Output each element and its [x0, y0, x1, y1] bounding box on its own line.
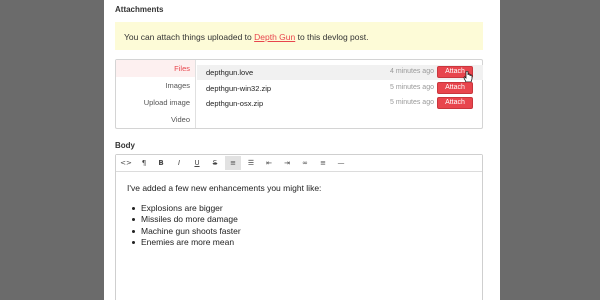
bullet-list: Explosions are bigger Missiles do more d…: [127, 203, 467, 249]
tab-images[interactable]: Images: [116, 77, 195, 94]
list-item: Enemies are more mean: [127, 237, 467, 249]
devlog-edit-panel: Attachments You can attach things upload…: [104, 0, 500, 300]
notice-text-after: to this devlog post.: [295, 32, 369, 42]
tab-upload-image[interactable]: Upload image: [116, 94, 195, 111]
notice-text-before: You can attach things uploaded to: [124, 32, 255, 42]
bullet-list-icon[interactable]: ≡: [225, 156, 241, 170]
list-item-text: Missiles do more damage: [141, 214, 238, 224]
editor-content[interactable]: I've added a few new enhancements you mi…: [127, 183, 467, 249]
code-icon[interactable]: <>: [118, 156, 134, 170]
intro-paragraph: I've added a few new enhancements you mi…: [127, 183, 322, 193]
link-icon[interactable]: ∞: [297, 156, 313, 170]
indent-icon[interactable]: ⇥: [279, 156, 295, 170]
file-row: depthgun.love 4 minutes ago Attach: [197, 65, 483, 83]
game-link[interactable]: Depth Gun: [254, 32, 295, 42]
bullet-icon: [132, 229, 135, 233]
file-name: depthgun-osx.zip: [206, 99, 264, 108]
list-item: Missiles do more damage: [127, 214, 467, 226]
outdent-icon[interactable]: ⇤: [261, 156, 277, 170]
tab-files[interactable]: Files: [116, 60, 195, 77]
body-editor[interactable]: <> ¶ B I U S ≡ ☰ ⇤ ⇥ ∞ ≡ — I've added a …: [115, 154, 483, 300]
numbered-list-icon[interactable]: ☰: [243, 156, 259, 170]
bullet-icon: [132, 241, 135, 244]
italic-icon[interactable]: I: [171, 156, 187, 170]
file-time: 5 minutes ago: [390, 99, 434, 106]
horizontal-rule-icon[interactable]: —: [333, 156, 349, 170]
underline-icon[interactable]: U: [189, 156, 205, 170]
bold-icon[interactable]: B: [153, 156, 169, 170]
attach-button[interactable]: Attach: [437, 82, 473, 94]
align-left-icon[interactable]: ≡: [315, 156, 331, 170]
strikethrough-icon[interactable]: S: [207, 156, 223, 170]
paragraph-icon[interactable]: ¶: [136, 156, 152, 170]
list-item-text: Enemies are more mean: [141, 237, 235, 247]
list-item-text: Explosions are bigger: [141, 202, 223, 213]
attachments-heading: Attachments: [115, 5, 164, 14]
list-item: Machine gun shoots faster: [127, 226, 467, 238]
file-name: depthgun-win32.zip: [206, 84, 272, 93]
file-time: 5 minutes ago: [390, 84, 434, 91]
file-row: depthgun-win32.zip 5 minutes ago Attach: [197, 81, 483, 96]
file-time: 4 minutes ago: [390, 68, 434, 75]
attachments-notice: You can attach things uploaded to Depth …: [115, 22, 483, 50]
editor-toolbar: <> ¶ B I U S ≡ ☰ ⇤ ⇥ ∞ ≡ —: [116, 155, 482, 172]
body-heading: Body: [115, 141, 135, 150]
bullet-icon: [132, 218, 135, 221]
attachment-tabs: Files Images Upload image Video: [116, 60, 196, 128]
attachments-picker: Files Images Upload image Video depthgun…: [115, 59, 483, 129]
list-item: Explosions are bigger: [127, 203, 467, 215]
bullet-icon: [132, 206, 135, 210]
list-item-text: Machine gun shoots faster: [141, 225, 241, 236]
file-row: depthgun-osx.zip 5 minutes ago Attach: [197, 96, 483, 111]
attach-button[interactable]: Attach: [437, 97, 473, 109]
file-name: depthgun.love: [206, 68, 254, 77]
tab-video[interactable]: Video: [116, 111, 195, 128]
